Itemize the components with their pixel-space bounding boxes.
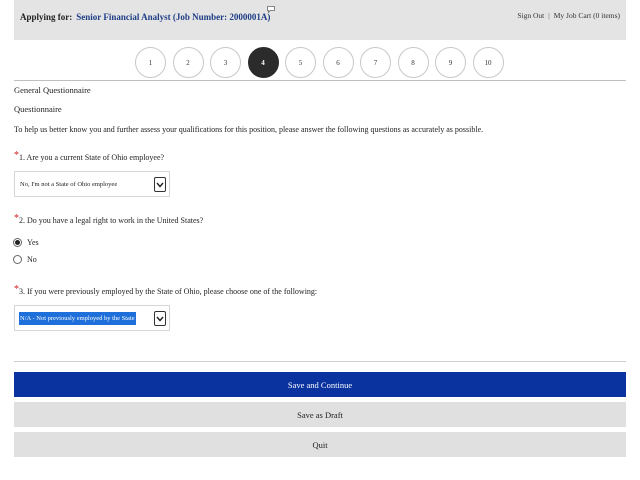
radio-button-unchecked[interactable] — [13, 255, 22, 264]
intro-text: To help us better know you and further a… — [14, 125, 484, 134]
required-marker: * — [14, 284, 19, 295]
question-1: *1. Are you a current State of Ohio empl… — [14, 150, 165, 163]
divider — [14, 80, 626, 81]
required-marker: * — [14, 150, 19, 161]
step-8: 8 — [397, 47, 429, 78]
step-6: 6 — [322, 47, 354, 78]
radio-no[interactable]: No — [13, 255, 37, 264]
comment-icon[interactable] — [267, 6, 275, 13]
step-4-current[interactable]: 4 — [247, 47, 279, 78]
section-title: General Questionnaire — [14, 85, 91, 95]
chevron-down-icon[interactable] — [154, 177, 166, 192]
employee-status-select[interactable]: No, I'm not a State of Ohio employee — [14, 171, 170, 197]
step-7: 7 — [360, 47, 391, 78]
select-value: N/A - Not previously employed by the Sta… — [18, 311, 137, 326]
quit-button[interactable]: Quit — [14, 432, 626, 457]
radio-no-label: No — [27, 255, 37, 264]
link-separator: | — [548, 11, 550, 20]
applying-label: Applying for: — [20, 12, 73, 22]
divider — [14, 361, 626, 362]
section-subtitle: Questionnaire — [14, 104, 62, 114]
user-links: Sign Out | My Job Cart (0 items) — [517, 11, 620, 20]
required-marker: * — [14, 213, 19, 224]
job-title-link[interactable]: Senior Financial Analyst (Job Number: 20… — [76, 12, 270, 22]
save-as-draft-button[interactable]: Save as Draft — [14, 402, 626, 427]
radio-yes[interactable]: Yes — [13, 238, 39, 247]
step-10: 10 — [472, 47, 504, 78]
header-bar: Applying for: Senior Financial Analyst (J… — [14, 0, 626, 40]
job-cart-link[interactable]: My Job Cart (0 items) — [554, 11, 620, 20]
sign-out-link[interactable]: Sign Out — [517, 11, 544, 20]
step-indicator: 1 2 3 4 5 6 7 8 9 10 — [135, 47, 515, 79]
question-3: *3. If you were previously employed by t… — [14, 284, 318, 297]
applying-for: Applying for: Senior Financial Analyst (J… — [20, 12, 270, 22]
question-1-text: 1. Are you a current State of Ohio emplo… — [19, 153, 165, 162]
save-and-continue-button[interactable]: Save and Continue — [14, 372, 626, 397]
question-2: *2. Do you have a legal right to work in… — [14, 213, 204, 226]
question-2-text: 2. Do you have a legal right to work in … — [19, 216, 204, 225]
radio-yes-label: Yes — [27, 238, 39, 247]
step-3[interactable]: 3 — [210, 47, 241, 78]
step-2[interactable]: 2 — [172, 47, 204, 78]
select-value: No, I'm not a State of Ohio employee — [20, 181, 118, 188]
step-1[interactable]: 1 — [135, 47, 166, 78]
previous-employment-select[interactable]: N/A - Not previously employed by the Sta… — [14, 305, 170, 331]
radio-button-checked[interactable] — [13, 238, 22, 247]
step-5: 5 — [285, 47, 316, 78]
chevron-down-icon[interactable] — [154, 311, 166, 326]
step-9: 9 — [435, 47, 466, 78]
question-3-text: 3. If you were previously employed by th… — [19, 287, 318, 296]
